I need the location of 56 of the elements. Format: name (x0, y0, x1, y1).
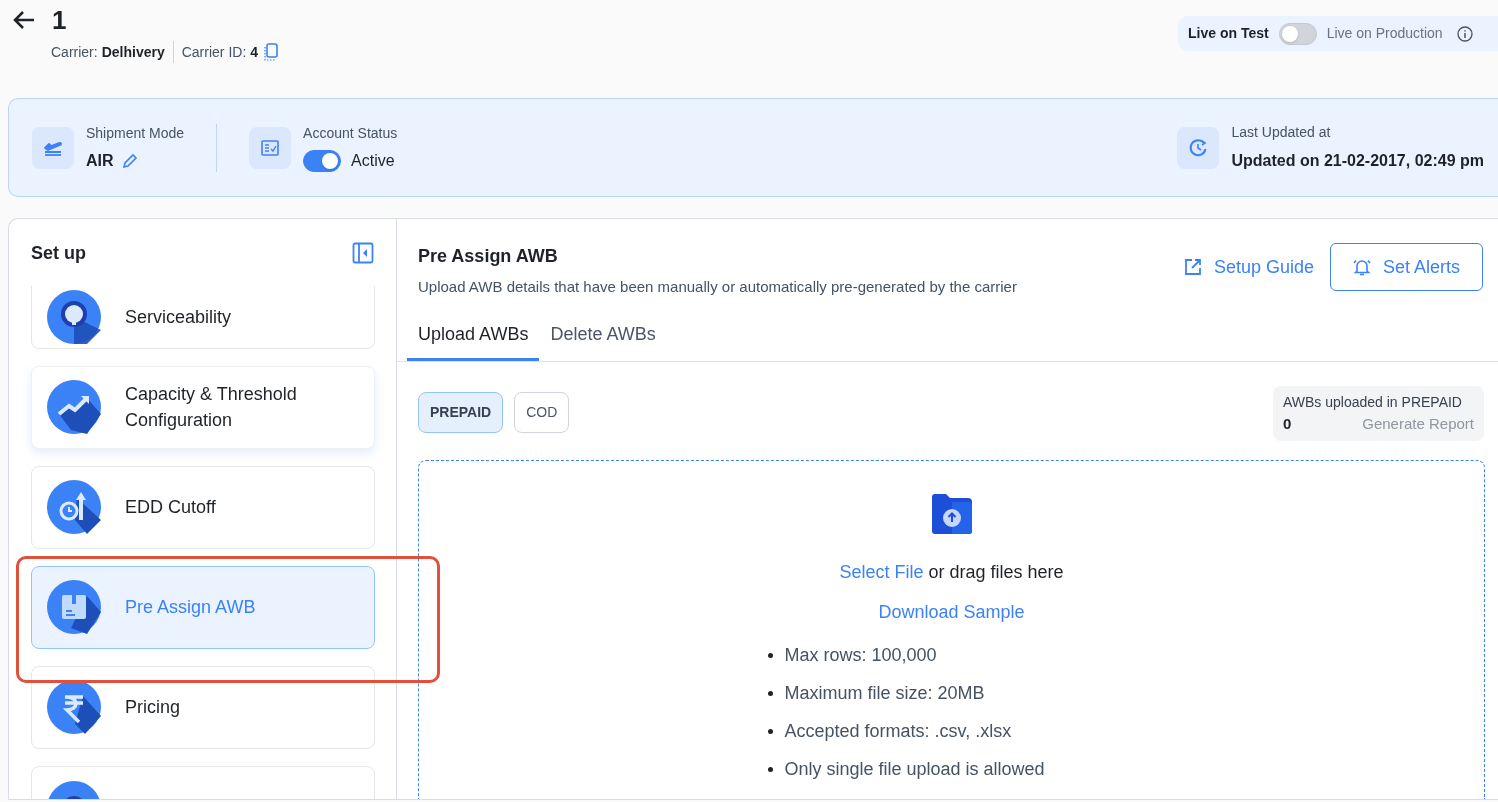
payment-type-button[interactable]: PREPAID (418, 391, 504, 433)
bell-icon (1352, 258, 1371, 276)
box-icon (47, 580, 101, 635)
clock-refresh-icon (1177, 126, 1220, 169)
clock-icon (47, 480, 101, 535)
plane-departure-icon (32, 126, 74, 169)
pencil-icon[interactable] (121, 152, 138, 169)
shipment-mode-value: AIR (86, 150, 114, 171)
setup-item[interactable]: Pricing (31, 665, 375, 749)
carrier-id-label: Carrier ID: (181, 42, 247, 62)
carrier-label: Carrier: (51, 42, 98, 62)
drag-hint: or drag files here (928, 562, 1064, 583)
back-arrow-icon[interactable] (12, 10, 36, 30)
upload-rule: Max rows: 100,000 (784, 643, 937, 667)
collapse-sidebar-icon[interactable] (352, 242, 374, 265)
bullet-icon (768, 728, 774, 734)
chart-icon (47, 380, 101, 435)
environment-bar: Live on Test Live on Production (1178, 16, 1498, 51)
upload-rule: Maximum file size: 20MB (784, 681, 985, 705)
last-updated-value: Updated on 21-02-2017, 02:49 pm (1231, 151, 1484, 171)
bullet-icon (768, 690, 774, 696)
page-title: 1 (52, 3, 67, 37)
select-file-link[interactable]: Select File (839, 562, 924, 583)
upload-count-card: AWBs uploaded in PREPAID 0 Generate Report (1273, 385, 1484, 441)
carrier-name: Delhivery (101, 42, 165, 62)
setup-item[interactable]: Capacity & Threshold Configuration (31, 365, 375, 449)
toggle-switch[interactable] (303, 149, 342, 172)
setup-item[interactable]: EDD Cutoff (31, 465, 375, 549)
checklist-icon (249, 126, 292, 169)
toggle-switch[interactable] (1278, 22, 1317, 45)
payment-type-button[interactable]: COD (514, 391, 570, 433)
download-sample-link[interactable]: Download Sample (878, 599, 1025, 627)
section-subtitle: Upload AWB details that have been manually or automatically pre-generated by the carrier (418, 277, 1017, 297)
tab[interactable]: Upload AWBs (407, 310, 540, 361)
last-updated-label: Last Updated at (1231, 123, 1332, 142)
setup-item[interactable]: Serviceability (31, 285, 375, 349)
copy-icon[interactable] (263, 43, 280, 61)
sidebar-title: Set up (31, 241, 86, 265)
set-alerts-button[interactable]: Set Alerts (1329, 243, 1483, 291)
folder-upload-icon (929, 491, 974, 536)
upload-count: 0 (1283, 413, 1292, 434)
shipment-mode-label: Shipment Mode (86, 123, 185, 143)
setup-guide-link[interactable]: Setup Guide (1183, 243, 1314, 291)
external-link-icon (1183, 258, 1202, 276)
bullet-icon (768, 766, 774, 772)
account-status-value: Active (351, 150, 395, 171)
bullet-icon (768, 652, 774, 658)
section-title: Pre Assign AWB (418, 245, 559, 268)
rupee-icon (47, 680, 101, 735)
account-status-label: Account Status (303, 123, 398, 143)
carrier-id: 4 (250, 42, 259, 62)
upload-rule: Only single file upload is allowed (784, 757, 1045, 781)
tab[interactable]: Delete AWBs (539, 310, 667, 361)
upload-dropzone[interactable]: Select File or drag files here Download Sample Max rows: 100,000 Maximum file size: 20MB Accepted formats: .csv, .xlsx Only single file upload is allowed (418, 460, 1485, 799)
upload-rule: Accepted formats: .csv, .xlsx (784, 719, 1012, 743)
info-icon[interactable] (1456, 25, 1473, 42)
